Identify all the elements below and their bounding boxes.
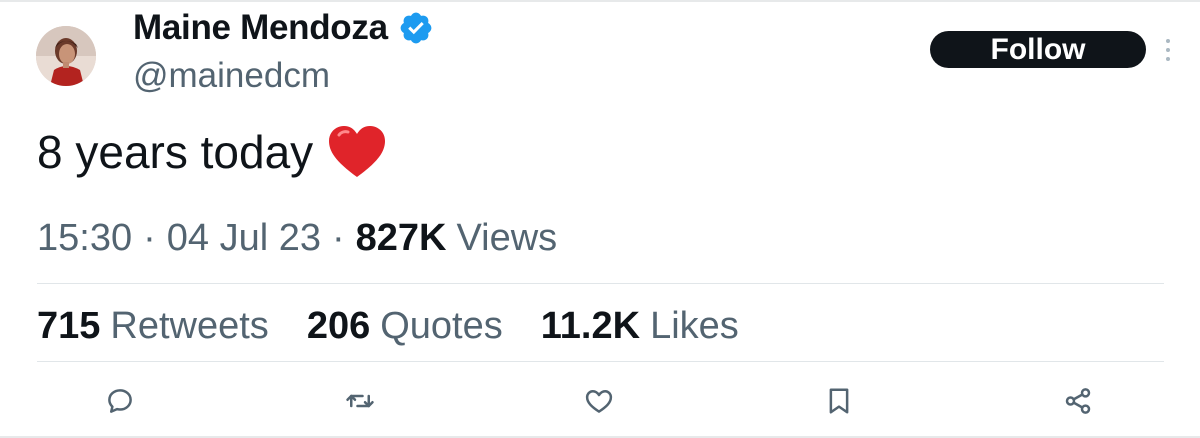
quotes-label: Quotes bbox=[380, 304, 503, 347]
more-options-icon[interactable] bbox=[1162, 37, 1174, 63]
like-icon bbox=[585, 390, 613, 413]
bookmark-icon bbox=[829, 388, 849, 414]
quotes-count: 206 bbox=[306, 304, 371, 347]
divider bbox=[37, 361, 1164, 362]
avatar-image bbox=[36, 26, 96, 86]
retweets-label: Retweets bbox=[110, 304, 269, 347]
tweet-time[interactable]: 15:30 bbox=[37, 217, 132, 260]
engagement-stats: 715 Retweets 206 Quotes 11.2K Likes bbox=[37, 302, 777, 350]
avatar[interactable] bbox=[36, 26, 96, 86]
retweets-stat[interactable]: 715 Retweets bbox=[37, 305, 269, 348]
tweet-date[interactable]: 04 Jul 23 bbox=[167, 217, 321, 260]
heart-emoji-icon bbox=[327, 125, 387, 179]
likes-label: Likes bbox=[650, 304, 739, 347]
tweet-text: 8 years today bbox=[37, 124, 387, 180]
like-button[interactable] bbox=[579, 381, 619, 421]
verified-badge-icon bbox=[398, 10, 434, 46]
display-name[interactable]: Maine Mendoza bbox=[133, 8, 388, 48]
views-label: Views bbox=[456, 216, 558, 259]
likes-stat[interactable]: 11.2K Likes bbox=[541, 305, 739, 348]
display-name-row: Maine Mendoza bbox=[133, 6, 434, 50]
likes-count: 11.2K bbox=[540, 304, 641, 347]
share-icon bbox=[1065, 388, 1091, 414]
retweets-count: 715 bbox=[37, 304, 101, 347]
user-handle[interactable]: @mainedcm bbox=[133, 56, 330, 96]
reply-icon bbox=[108, 389, 132, 413]
bookmark-button[interactable] bbox=[819, 381, 859, 421]
tweet-body: 8 years today bbox=[37, 126, 314, 178]
reply-button[interactable] bbox=[100, 381, 140, 421]
divider bbox=[37, 283, 1164, 284]
retweet-button[interactable] bbox=[340, 381, 380, 421]
follow-button[interactable]: Follow bbox=[930, 31, 1146, 68]
meta-separator: · bbox=[331, 216, 345, 259]
views-count: 827K bbox=[355, 216, 447, 259]
top-divider bbox=[0, 0, 1200, 2]
meta-separator: · bbox=[143, 216, 156, 259]
quotes-stat[interactable]: 206 Quotes bbox=[307, 305, 503, 348]
tweet-meta: 15:30 · 04 Jul 23 · 827K Views bbox=[37, 214, 557, 262]
share-button[interactable] bbox=[1058, 381, 1098, 421]
tweet-card: Maine Mendoza @mainedcm Follow 8 years t… bbox=[0, 0, 1200, 438]
retweet-icon bbox=[346, 394, 374, 408]
